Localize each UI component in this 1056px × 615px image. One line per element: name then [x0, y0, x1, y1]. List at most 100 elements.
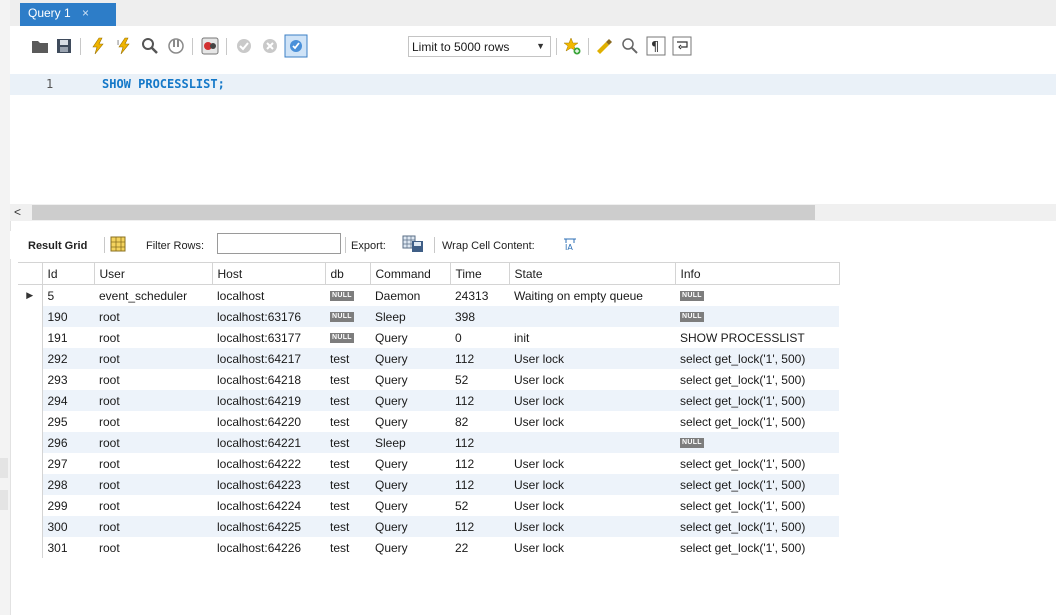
- cell-state[interactable]: [509, 432, 675, 453]
- cell-db[interactable]: test: [325, 537, 370, 558]
- cell-host[interactable]: localhost:64224: [212, 495, 325, 516]
- table-row[interactable]: 298 root localhost:64223 test Query 112 User l…: [18, 474, 839, 495]
- cell-id[interactable]: 293: [42, 369, 94, 390]
- cell-db[interactable]: test: [325, 432, 370, 453]
- cell-command[interactable]: Daemon: [370, 285, 450, 307]
- cell-time[interactable]: 112: [450, 453, 509, 474]
- cell-user[interactable]: root: [94, 474, 212, 495]
- cell-command[interactable]: Query: [370, 348, 450, 369]
- cell-user[interactable]: root: [94, 432, 212, 453]
- table-row[interactable]: 292 root localhost:64217 test Query 112 User l…: [18, 348, 839, 369]
- cell-host[interactable]: localhost:64220: [212, 411, 325, 432]
- tab-query-1[interactable]: Query 1 ×: [20, 3, 116, 26]
- cell-user[interactable]: root: [94, 453, 212, 474]
- invisible-chars-icon[interactable]: ¶: [646, 36, 666, 56]
- cell-time[interactable]: 112: [450, 474, 509, 495]
- row-marker[interactable]: [18, 495, 43, 516]
- cell-command[interactable]: Query: [370, 516, 450, 537]
- cell-command[interactable]: Query: [370, 495, 450, 516]
- cell-state[interactable]: User lock: [509, 537, 675, 558]
- cell-info[interactable]: select get_lock('1', 500): [675, 390, 839, 411]
- cell-time[interactable]: 52: [450, 369, 509, 390]
- cell-state[interactable]: User lock: [509, 495, 675, 516]
- column-header-user[interactable]: User: [94, 262, 213, 285]
- cell-command[interactable]: Query: [370, 327, 450, 348]
- explain-icon[interactable]: [140, 36, 160, 56]
- cell-host[interactable]: localhost:64221: [212, 432, 325, 453]
- cell-time[interactable]: 112: [450, 390, 509, 411]
- column-header-time[interactable]: Time: [450, 262, 510, 285]
- cell-info[interactable]: NULL: [675, 306, 839, 327]
- cell-user[interactable]: event_scheduler: [94, 285, 212, 307]
- cell-state[interactable]: Waiting on empty queue: [509, 285, 675, 307]
- cell-id[interactable]: 297: [42, 453, 94, 474]
- cell-user[interactable]: root: [94, 537, 212, 558]
- cell-info[interactable]: select get_lock('1', 500): [675, 411, 839, 432]
- cell-id[interactable]: 5: [42, 285, 94, 307]
- cell-time[interactable]: 112: [450, 348, 509, 369]
- cell-user[interactable]: root: [94, 390, 212, 411]
- column-header-db[interactable]: db: [325, 262, 371, 285]
- cell-info[interactable]: select get_lock('1', 500): [675, 516, 839, 537]
- cell-info[interactable]: select get_lock('1', 500): [675, 348, 839, 369]
- limit-rows-select[interactable]: Limit to 5000 rows ▼: [408, 36, 551, 57]
- cell-info[interactable]: NULL: [675, 432, 839, 453]
- cell-user[interactable]: root: [94, 327, 212, 348]
- scrollbar-thumb[interactable]: [32, 205, 815, 220]
- cell-host[interactable]: localhost:64217: [212, 348, 325, 369]
- table-row[interactable]: 297 root localhost:64222 test Query 112 User l…: [18, 453, 839, 474]
- cell-time[interactable]: 112: [450, 516, 509, 537]
- table-row[interactable]: 190 root localhost:63176 NULL Sleep 398 NULL: [18, 306, 839, 327]
- table-row[interactable]: ▶ 5 event_scheduler localhost NULL Daemon 2431…: [18, 284, 839, 307]
- row-marker[interactable]: ▶: [18, 284, 43, 306]
- cell-db[interactable]: test: [325, 369, 370, 390]
- cell-state[interactable]: init: [509, 327, 675, 348]
- cell-command[interactable]: Query: [370, 474, 450, 495]
- table-row[interactable]: 299 root localhost:64224 test Query 52 User lo…: [18, 495, 839, 516]
- cell-user[interactable]: root: [94, 495, 212, 516]
- row-marker[interactable]: [18, 327, 43, 348]
- table-row[interactable]: 293 root localhost:64218 test Query 52 User lo…: [18, 369, 839, 390]
- cell-id[interactable]: 295: [42, 411, 94, 432]
- table-row[interactable]: 296 root localhost:64221 test Sleep 112 NULL: [18, 432, 839, 453]
- find-replace-icon[interactable]: [620, 36, 640, 56]
- cell-host[interactable]: localhost:64226: [212, 537, 325, 558]
- cell-user[interactable]: root: [94, 516, 212, 537]
- cell-db[interactable]: test: [325, 516, 370, 537]
- row-marker[interactable]: [18, 369, 43, 390]
- scroll-left-icon[interactable]: <: [14, 204, 28, 221]
- stop-icon[interactable]: [166, 36, 186, 56]
- cell-host[interactable]: localhost:63177: [212, 327, 325, 348]
- cell-command[interactable]: Query: [370, 453, 450, 474]
- open-folder-icon[interactable]: [30, 36, 50, 56]
- cell-id[interactable]: 296: [42, 432, 94, 453]
- rollback-icon[interactable]: [260, 36, 280, 56]
- stop-on-error-icon[interactable]: [200, 36, 220, 56]
- cell-info[interactable]: SHOW PROCESSLIST: [675, 327, 839, 348]
- row-marker[interactable]: [18, 516, 43, 537]
- wrap-text-icon[interactable]: IA: [563, 237, 577, 251]
- table-row[interactable]: 294 root localhost:64219 test Query 112 User l…: [18, 390, 839, 411]
- export-icon[interactable]: [402, 235, 424, 253]
- filter-rows-input[interactable]: [217, 233, 341, 254]
- cell-id[interactable]: 299: [42, 495, 94, 516]
- cell-state[interactable]: User lock: [509, 390, 675, 411]
- row-marker[interactable]: [18, 306, 43, 327]
- cell-id[interactable]: 292: [42, 348, 94, 369]
- cell-state[interactable]: User lock: [509, 453, 675, 474]
- cell-host[interactable]: localhost:64223: [212, 474, 325, 495]
- sql-editor[interactable]: 1 SHOW PROCESSLIST;: [10, 66, 1056, 204]
- cell-command[interactable]: Sleep: [370, 306, 450, 327]
- column-header-state[interactable]: State: [509, 262, 676, 285]
- table-row[interactable]: 301 root localhost:64226 test Query 22 User lo…: [18, 537, 839, 558]
- table-row[interactable]: 295 root localhost:64220 test Query 82 User lo…: [18, 411, 839, 432]
- cell-time[interactable]: 82: [450, 411, 509, 432]
- cell-user[interactable]: root: [94, 306, 212, 327]
- sql-code-line[interactable]: SHOW PROCESSLIST;: [102, 77, 225, 91]
- cell-info[interactable]: select get_lock('1', 500): [675, 369, 839, 390]
- row-marker[interactable]: [18, 453, 43, 474]
- column-header-command[interactable]: Command: [370, 262, 451, 285]
- cell-user[interactable]: root: [94, 369, 212, 390]
- cell-info[interactable]: NULL: [675, 285, 839, 307]
- cell-db[interactable]: test: [325, 411, 370, 432]
